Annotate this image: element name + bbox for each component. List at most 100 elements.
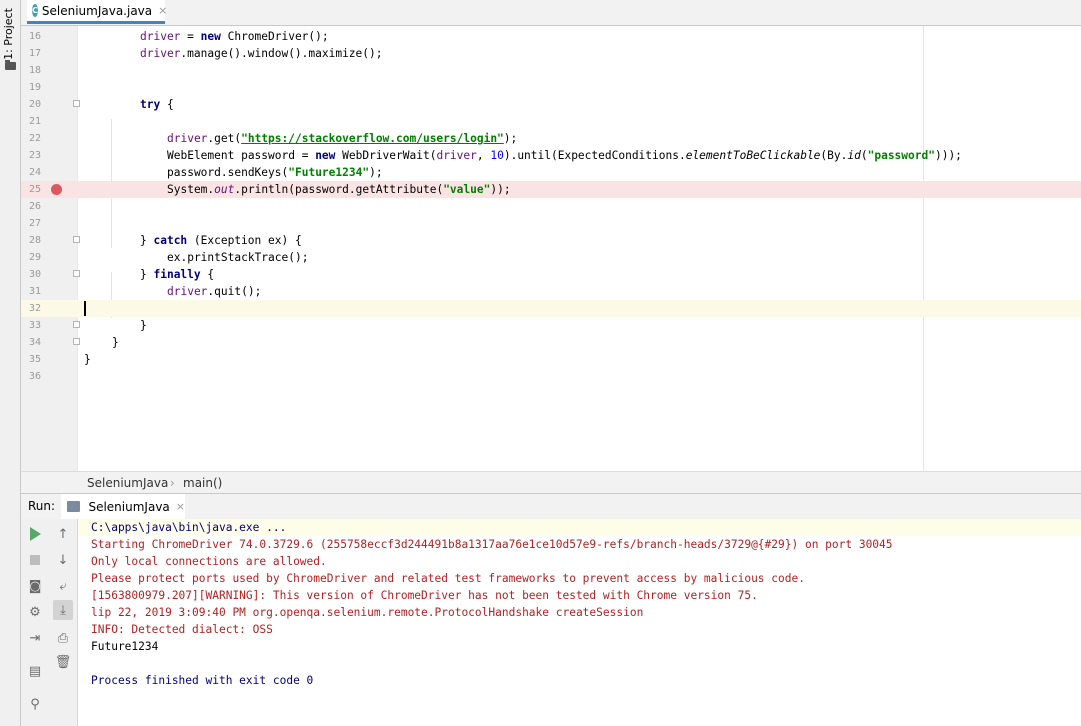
up-button[interactable]: ↑ [53,524,73,544]
code-token: ))); [934,149,962,162]
line-number: 18 [28,65,41,76]
code-editor[interactable]: 16 driver = new ChromeDriver(); 17 drive… [21,26,1081,471]
console-line: Starting ChromeDriver 74.0.3729.6 (25575… [91,538,893,551]
fold-toggle-icon[interactable] [73,270,80,277]
editor-tab-label: SeleniumJava.java [41,3,153,18]
exit-icon: ⇥ [29,630,41,646]
code-token: { [200,268,215,281]
code-line-26[interactable]: 26 [21,198,1081,215]
code-line-20[interactable]: 20 try { [21,96,1081,113]
run-label: Run: [28,499,56,513]
code-line-28[interactable]: 28 } catch (Exception ex) { [21,232,1081,249]
code-token: catch [153,234,188,247]
run-tab-seleniumjava[interactable]: SeleniumJava × [61,494,185,519]
code-line-24[interactable]: 24 password.sendKeys("Future1234"); [21,164,1081,181]
layout-button[interactable]: ▤ [25,661,45,681]
code-line-35[interactable]: 35 } [21,351,1081,368]
exit-button[interactable]: ⇥ [25,628,45,648]
code-line-21[interactable]: 21 [21,113,1081,130]
breadcrumb: SeleniumJava › main() [21,471,1081,494]
code-line-33[interactable]: 33 } [21,317,1081,334]
close-tab-icon[interactable]: × [158,4,167,17]
breadcrumb-class[interactable]: SeleniumJava [87,476,168,490]
fold-toggle-icon[interactable] [73,100,80,107]
project-tab-label: 1: Project [2,8,15,60]
breadcrumb-method[interactable]: main() [183,476,222,490]
fold-toggle-icon[interactable] [73,236,80,243]
code-line-17[interactable]: 17 driver.manage().window().maximize(); [21,45,1081,62]
url-string[interactable]: "https://stackoverflow.com/users/login" [241,132,504,145]
line-number: 16 [28,31,41,42]
breadcrumb-separator: › [170,476,175,490]
code-token: (By. [820,149,848,162]
run-tab-label: SeleniumJava [88,499,170,514]
code-line-16[interactable]: 16 driver = new ChromeDriver(); [21,28,1081,45]
code-token: "password" [867,149,935,162]
code-token: driver [167,132,208,145]
code-line-32[interactable]: 32 [21,300,1081,317]
line-number: 25 [28,184,41,195]
console-line: lip 22, 2019 3:09:40 PM org.openqa.selen… [91,606,644,619]
scroll-to-end-button[interactable]: ⤓ [53,600,73,620]
pin-button[interactable]: ⚲ [25,694,45,714]
code-token: )); [490,183,511,196]
trash-icon: 🗑 [54,654,72,670]
code-token: new [200,30,221,43]
line-number: 19 [28,82,41,93]
code-token: .manage().window().maximize(); [180,47,383,60]
close-run-tab-icon[interactable]: × [176,500,185,513]
console-line: Only local connections are allowed. [91,555,327,568]
console-line: INFO: Detected dialect: OSS [91,623,273,636]
code-token: password.sendKeys( [167,166,289,179]
editor-tab-seleniumjava[interactable]: C SeleniumJava.java × [27,0,167,24]
code-token: } [140,268,154,281]
code-line-25[interactable]: 25 System.out.println(password.getAttrib… [21,181,1081,198]
code-line-19[interactable]: 19 [21,79,1081,96]
breakpoint-icon[interactable] [51,184,62,195]
console-output[interactable]: C:\apps\java\bin\java.exe ... Starting C… [78,519,1081,726]
dump-threads-button[interactable]: ◙ [25,576,45,596]
soft-wrap-icon: ⤶ [59,578,67,594]
code-line-34[interactable]: 34 } [21,334,1081,351]
layout-icon: ▤ [28,663,42,679]
fold-toggle-icon[interactable] [73,338,80,345]
code-line-27[interactable]: 27 [21,215,1081,232]
code-line-30[interactable]: 30 } finally { [21,266,1081,283]
console-line: Process finished with exit code 0 [91,674,314,687]
stop-button[interactable] [25,550,45,570]
code-line-29[interactable]: 29 ex.printStackTrace(); [21,249,1081,266]
code-token: try [140,98,161,111]
code-token: (Exception ex) { [187,234,302,247]
down-arrow-icon: ↓ [57,552,69,568]
code-line-31[interactable]: 31 driver.quit(); [21,283,1081,300]
code-token: = [180,30,201,43]
line-number: 24 [28,167,41,178]
code-token: WebElement password = [167,149,316,162]
clear-button[interactable]: 🗑 [53,652,73,672]
rerun-button[interactable] [25,524,45,544]
code-token: ); [503,132,518,145]
run-toolbar: ◙ ⚙ ⇥ ▤ ⚲ ↑ ↓ ⤶ ⤓ ⎙ 🗑 [21,519,78,726]
down-button[interactable]: ↓ [53,550,73,570]
line-number: 33 [28,320,41,331]
print-icon: ⎙ [57,630,69,646]
code-line-23[interactable]: 23 WebElement password = new WebDriverWa… [21,147,1081,164]
settings-button[interactable]: ⚙ [25,602,45,622]
pin-icon: ⚲ [30,696,40,712]
left-tool-strip: 1: Project [0,0,21,726]
fold-toggle-icon[interactable] [73,321,80,328]
line-number: 29 [28,252,41,263]
code-token: WebDriverWait( [335,149,437,162]
code-token: driver [436,149,477,162]
soft-wrap-button[interactable]: ⤶ [53,576,73,596]
code-token: .get( [207,132,242,145]
folder-icon[interactable] [5,60,16,70]
code-token: .quit(); [207,285,262,298]
code-line-22[interactable]: 22 driver.get("https://stackoverflow.com… [21,130,1081,147]
line-number: 34 [28,337,41,348]
code-line-18[interactable]: 18 [21,62,1081,79]
code-line-36[interactable]: 36 [21,368,1081,385]
code-token: ); [369,166,383,179]
code-token: driver [140,30,181,43]
print-button[interactable]: ⎙ [53,628,73,648]
